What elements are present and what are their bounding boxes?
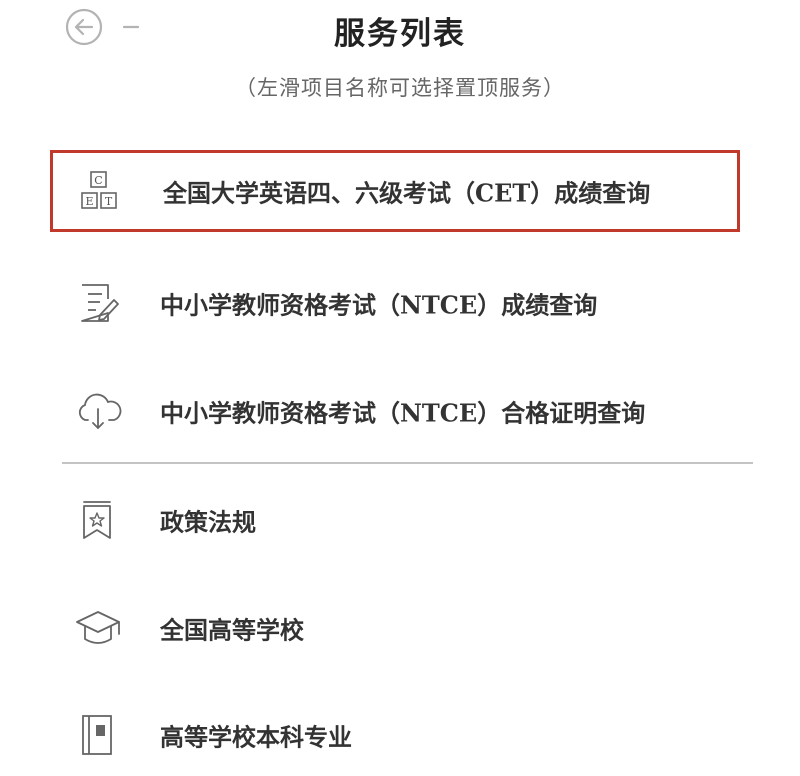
service-item-policy[interactable]: 政策法规 [50,479,740,561]
service-item-universities[interactable]: 全国高等学校 [50,587,740,669]
service-label: 全国高等学校 [160,615,304,645]
service-label: 中小学教师资格考试（NTCE）合格证明查询 [160,398,646,428]
svg-text:C: C [94,174,102,187]
edit-document-icon [81,284,119,322]
service-item-undergraduate-majors[interactable]: 高等学校本科专业 [50,694,740,776]
service-label: 高等学校本科专业 [160,722,352,752]
service-item-cet-score[interactable]: C E T 全国大学英语四、六级考试（CET）成绩查询 [50,150,740,232]
cloud-download-icon [78,393,122,429]
service-label: 政策法规 [160,507,256,537]
svg-text:T: T [105,195,113,208]
cet-icon: C E T [81,171,117,209]
service-item-ntce-certificate[interactable]: 中小学教师资格考试（NTCE）合格证明查询 [50,370,740,452]
service-list: C E T 全国大学英语四、六级考试（CET）成绩查询 中小学教师资格考试（NT… [0,0,800,771]
section-divider [62,462,753,464]
svg-text:E: E [85,195,93,208]
bookmark-star-icon [83,501,111,539]
service-item-ntce-score[interactable]: 中小学教师资格考试（NTCE）成绩查询 [50,262,740,344]
book-icon [82,715,112,755]
graduation-cap-icon [76,611,120,644]
service-label: 全国大学英语四、六级考试（CET）成绩查询 [163,178,651,208]
service-label: 中小学教师资格考试（NTCE）成绩查询 [160,290,598,320]
